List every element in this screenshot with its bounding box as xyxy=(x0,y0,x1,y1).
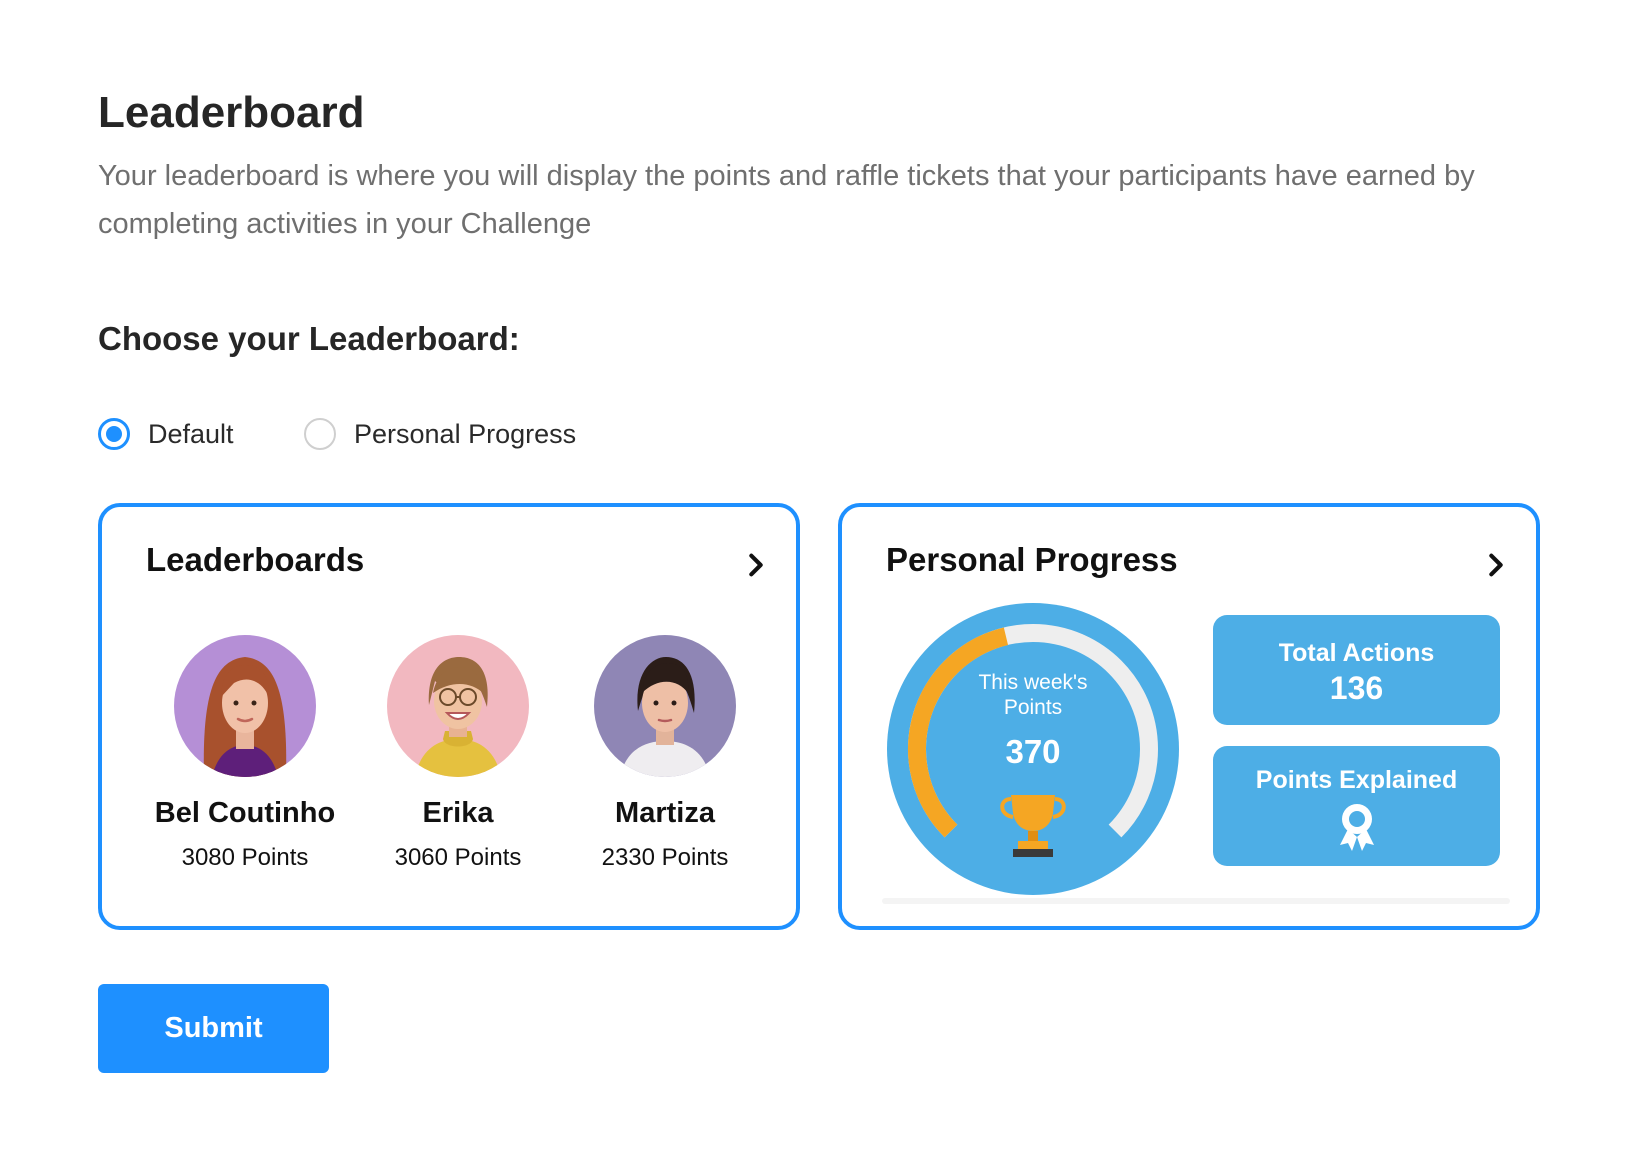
weekly-points-gauge: This week's Points 370 xyxy=(887,603,1179,895)
chevron-right-icon[interactable] xyxy=(1482,551,1510,579)
total-actions-label: Total Actions xyxy=(1278,639,1435,667)
radio-button-personal-progress[interactable] xyxy=(304,418,336,450)
award-ribbon-icon xyxy=(1339,804,1374,851)
leader-points-2: 3060 Points xyxy=(394,844,522,871)
gauge-label-line2: Points xyxy=(1004,696,1062,719)
leader-points-1: 3080 Points xyxy=(181,844,309,871)
leader-name-2: Erika xyxy=(422,797,494,829)
leader-name-1: Bel Coutinho xyxy=(154,797,336,829)
points-explained-label: Points Explained xyxy=(1255,766,1458,794)
leaderboards-card-title: Leaderboards xyxy=(146,541,365,578)
personal-progress-card[interactable]: Personal Progress This week's Points 370… xyxy=(838,503,1540,930)
avatar-martiza xyxy=(594,635,736,777)
points-explained-box[interactable]: Points Explained xyxy=(1213,746,1500,866)
avatar-erika xyxy=(387,635,529,777)
radio-button-default[interactable] xyxy=(98,418,130,450)
radio-option-default[interactable]: Default xyxy=(98,414,234,454)
radio-label-personal-progress: Personal Progress xyxy=(354,418,577,449)
personal-progress-card-title: Personal Progress xyxy=(886,541,1178,578)
leaderboards-card[interactable]: Leaderboards Bel Coutinho 3080 Points Er… xyxy=(98,503,800,930)
leader-points-3: 2330 Points xyxy=(601,844,729,871)
avatar-bel-coutinho xyxy=(174,635,316,777)
radio-option-personal-progress[interactable]: Personal Progress xyxy=(304,414,576,454)
page-description: Your leaderboard is where you will displ… xyxy=(98,160,1475,240)
choose-leaderboard-heading: Choose your Leaderboard: xyxy=(98,320,520,357)
chevron-right-icon[interactable] xyxy=(742,551,770,579)
gauge-label-line1: This week's xyxy=(978,671,1087,694)
leader-name-3: Martiza xyxy=(615,797,715,829)
page-title: Leaderboard xyxy=(98,88,365,137)
total-actions-value: 136 xyxy=(1329,670,1384,706)
card-bottom-shadow xyxy=(882,898,1510,904)
gauge-value: 370 xyxy=(1005,733,1060,770)
submit-button[interactable]: Submit xyxy=(98,984,329,1073)
radio-label-default: Default xyxy=(148,418,234,449)
total-actions-box[interactable]: Total Actions 136 xyxy=(1213,615,1500,725)
